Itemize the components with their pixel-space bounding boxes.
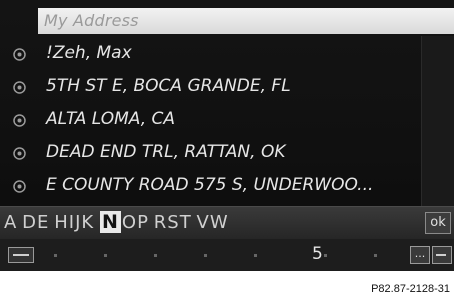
- back-icon[interactable]: [432, 246, 452, 264]
- list-scrollbar[interactable]: [421, 36, 454, 206]
- speller-track: [44, 249, 404, 261]
- list-item[interactable]: 5TH ST E, BOCA GRANDE, FL: [0, 71, 420, 104]
- address-search-header[interactable]: My Address: [38, 8, 454, 34]
- speller-gap: [94, 217, 99, 231]
- bullet-icon: [13, 180, 26, 193]
- speller-letter[interactable]: A: [4, 212, 17, 233]
- list-item-label: E COUNTY ROAD 575 S, UNDERWOO...: [46, 175, 374, 195]
- figure-caption: P82.87-2128-31: [371, 283, 450, 295]
- list-item-label: 5TH ST E, BOCA GRANDE, FL: [46, 76, 291, 96]
- list-item[interactable]: !Zeh, Max: [0, 38, 420, 71]
- speller-letter[interactable]: VW: [197, 212, 229, 233]
- speller-letter[interactable]: DE: [22, 212, 49, 233]
- list-item[interactable]: DEAD END TRL, RATTAN, OK: [0, 137, 420, 170]
- speller-letter[interactable]: OP: [122, 212, 149, 233]
- speller-letter[interactable]: RST: [154, 212, 192, 233]
- speller-letters: A DE HIJK N OP RST VW: [4, 211, 229, 233]
- navigation-screen: My Address !Zeh, Max 5TH ST E, BOCA GRAN…: [0, 0, 454, 271]
- character-speller: A DE HIJK N OP RST VW ok: [0, 206, 454, 239]
- speller-bottom-bar: 5 ...: [0, 239, 454, 271]
- list-item-label: !Zeh, Max: [46, 43, 132, 63]
- more-button[interactable]: ...: [410, 246, 430, 264]
- bullet-icon: [13, 147, 26, 160]
- header-title: My Address: [44, 11, 139, 30]
- list-item-label: ALTA LOMA, CA: [46, 109, 176, 129]
- list-item-label: DEAD END TRL, RATTAN, OK: [46, 142, 286, 162]
- list-item[interactable]: ALTA LOMA, CA: [0, 104, 420, 137]
- bullet-icon: [13, 114, 26, 127]
- bullet-icon: [13, 48, 26, 61]
- list-item[interactable]: E COUNTY ROAD 575 S, UNDERWOO...: [0, 170, 420, 203]
- speller-number[interactable]: 5: [312, 244, 323, 264]
- minus-icon[interactable]: [8, 247, 34, 263]
- bullet-icon: [13, 81, 26, 94]
- speller-letter[interactable]: HIJK: [54, 212, 94, 233]
- speller-selected-letter[interactable]: N: [100, 211, 121, 233]
- ok-button[interactable]: ok: [425, 212, 451, 234]
